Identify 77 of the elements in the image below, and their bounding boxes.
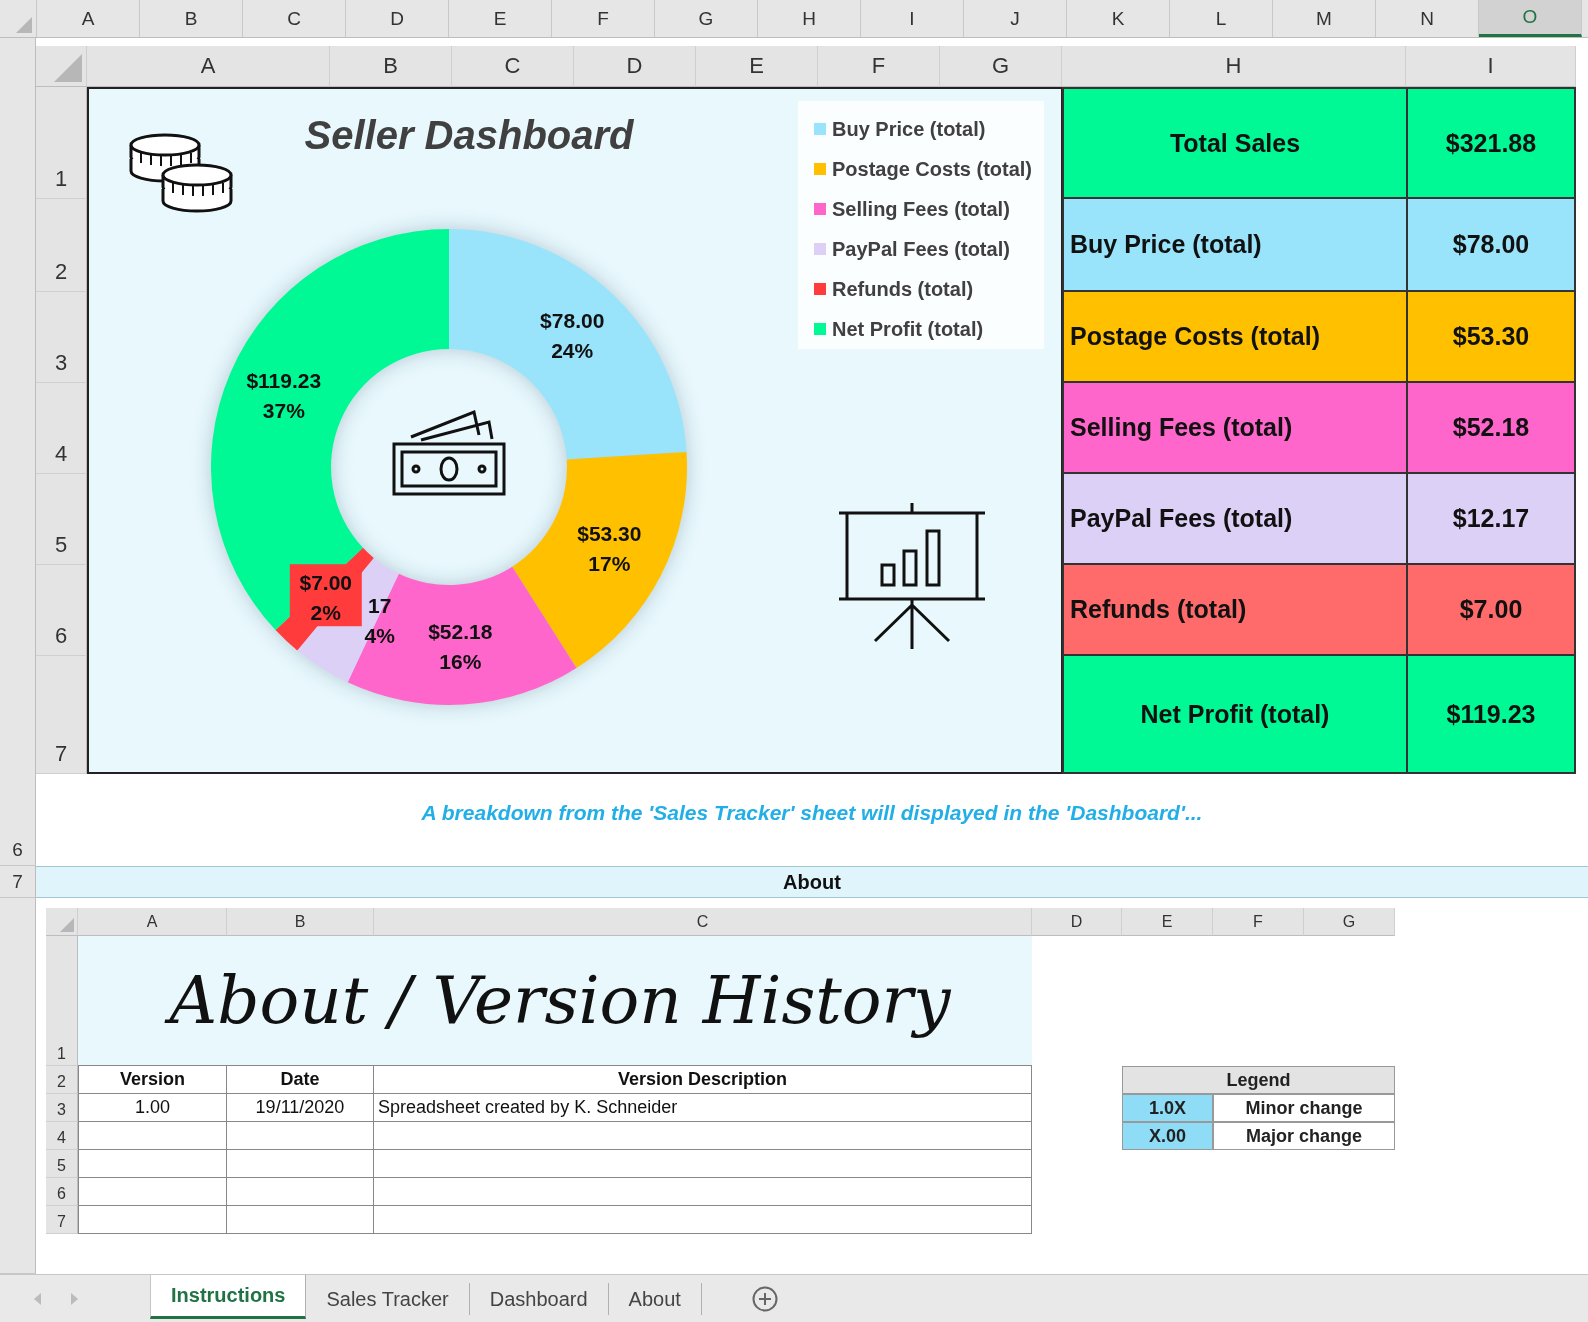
legend-label: PayPal Fees (total)	[832, 237, 1010, 261]
percent-label: 4%	[364, 624, 395, 648]
summary-value: $78.00	[1406, 199, 1576, 292]
column-header: A	[78, 908, 227, 936]
summary-value: $321.88	[1406, 87, 1576, 199]
column-heading: Date	[227, 1066, 374, 1094]
value-label: $119.23	[246, 368, 322, 392]
row-header: 7	[46, 1206, 78, 1234]
summary-value: $52.18	[1406, 383, 1576, 474]
table-cell: Spreadsheet created by K. Schneider	[374, 1094, 1032, 1122]
legend-heading: Legend	[1122, 1066, 1395, 1094]
summary-value: $7.00	[1406, 565, 1576, 656]
column-header: E	[696, 46, 818, 87]
percent-label: 37%	[262, 398, 305, 422]
summary-value: $119.23	[1406, 656, 1576, 774]
row-header: 4	[46, 1122, 78, 1150]
legend-meaning: Major change	[1213, 1122, 1395, 1150]
row-header: 6	[36, 565, 87, 656]
column-heading: Version	[78, 1066, 227, 1094]
column-header: C	[374, 908, 1032, 936]
percent-label: 17%	[588, 551, 631, 575]
column-header: E	[1122, 908, 1213, 936]
summary-value: $53.30	[1406, 292, 1576, 383]
value-label: $52.18	[428, 619, 493, 643]
section-heading: About	[36, 866, 1588, 898]
value-label: 17	[367, 594, 392, 618]
row-header: 5	[36, 474, 87, 565]
summary-label: Refunds (total)	[1062, 565, 1406, 656]
row-header: 3	[36, 292, 87, 383]
column-header: A	[87, 46, 330, 87]
column-header: D	[574, 46, 696, 87]
column-header: G	[940, 46, 1062, 87]
legend-label: Postage Costs (total)	[832, 157, 1033, 181]
row-header: 2	[46, 1066, 78, 1094]
column-header: F	[818, 46, 940, 87]
legend-meaning: Minor change	[1213, 1094, 1395, 1122]
percent-label: 24%	[551, 338, 594, 362]
table-cell: 19/11/2020	[227, 1094, 374, 1122]
legend-label: Buy Price (total)	[832, 117, 986, 141]
row-header: 4	[36, 383, 87, 474]
row-header: 3	[46, 1094, 78, 1122]
legend-label: Selling Fees (total)	[832, 197, 1010, 221]
about-title: About / Version History	[78, 936, 1032, 1066]
column-header: C	[452, 46, 574, 87]
legend-label: Refunds (total)	[832, 277, 974, 301]
row-header: 2	[36, 199, 87, 292]
value-label: $78.00	[540, 308, 605, 332]
row-header: 6	[46, 1178, 78, 1206]
column-header: H	[1062, 46, 1406, 87]
row-header: 5	[46, 1150, 78, 1178]
column-header: F	[1213, 908, 1304, 936]
summary-label: Net Profit (total)	[1062, 656, 1406, 774]
value-label: $53.30	[577, 521, 642, 545]
percent-label: 16%	[439, 649, 482, 673]
column-header: I	[1406, 46, 1576, 87]
column-header: B	[330, 46, 452, 87]
table-cell: 1.00	[78, 1094, 227, 1122]
summary-label: Buy Price (total)	[1062, 199, 1406, 292]
version-code: 1.0X	[1122, 1094, 1213, 1122]
row-header: 1	[36, 87, 87, 199]
summary-label: Postage Costs (total)	[1062, 292, 1406, 383]
summary-label: Total Sales	[1062, 87, 1406, 199]
row-header: 1	[46, 936, 78, 1066]
row-header: 7	[36, 656, 87, 774]
column-header: G	[1304, 908, 1395, 936]
dashboard-title: Seller Dashboard	[303, 113, 635, 158]
version-code: X.00	[1122, 1122, 1213, 1150]
value-label: $7.00	[299, 571, 353, 595]
percent-label: 2%	[310, 601, 341, 625]
summary-label: Selling Fees (total)	[1062, 383, 1406, 474]
legend-label: Net Profit (total)	[832, 317, 984, 341]
caption-text: A breakdown from the 'Sales Tracker' sheet will displayed in the 'Dashboard'...	[420, 800, 1204, 826]
column-heading: Version Description	[374, 1066, 1032, 1094]
summary-label: PayPal Fees (total)	[1062, 474, 1406, 565]
summary-value: $12.17	[1406, 474, 1576, 565]
column-header: D	[1032, 908, 1122, 936]
column-header: B	[227, 908, 374, 936]
